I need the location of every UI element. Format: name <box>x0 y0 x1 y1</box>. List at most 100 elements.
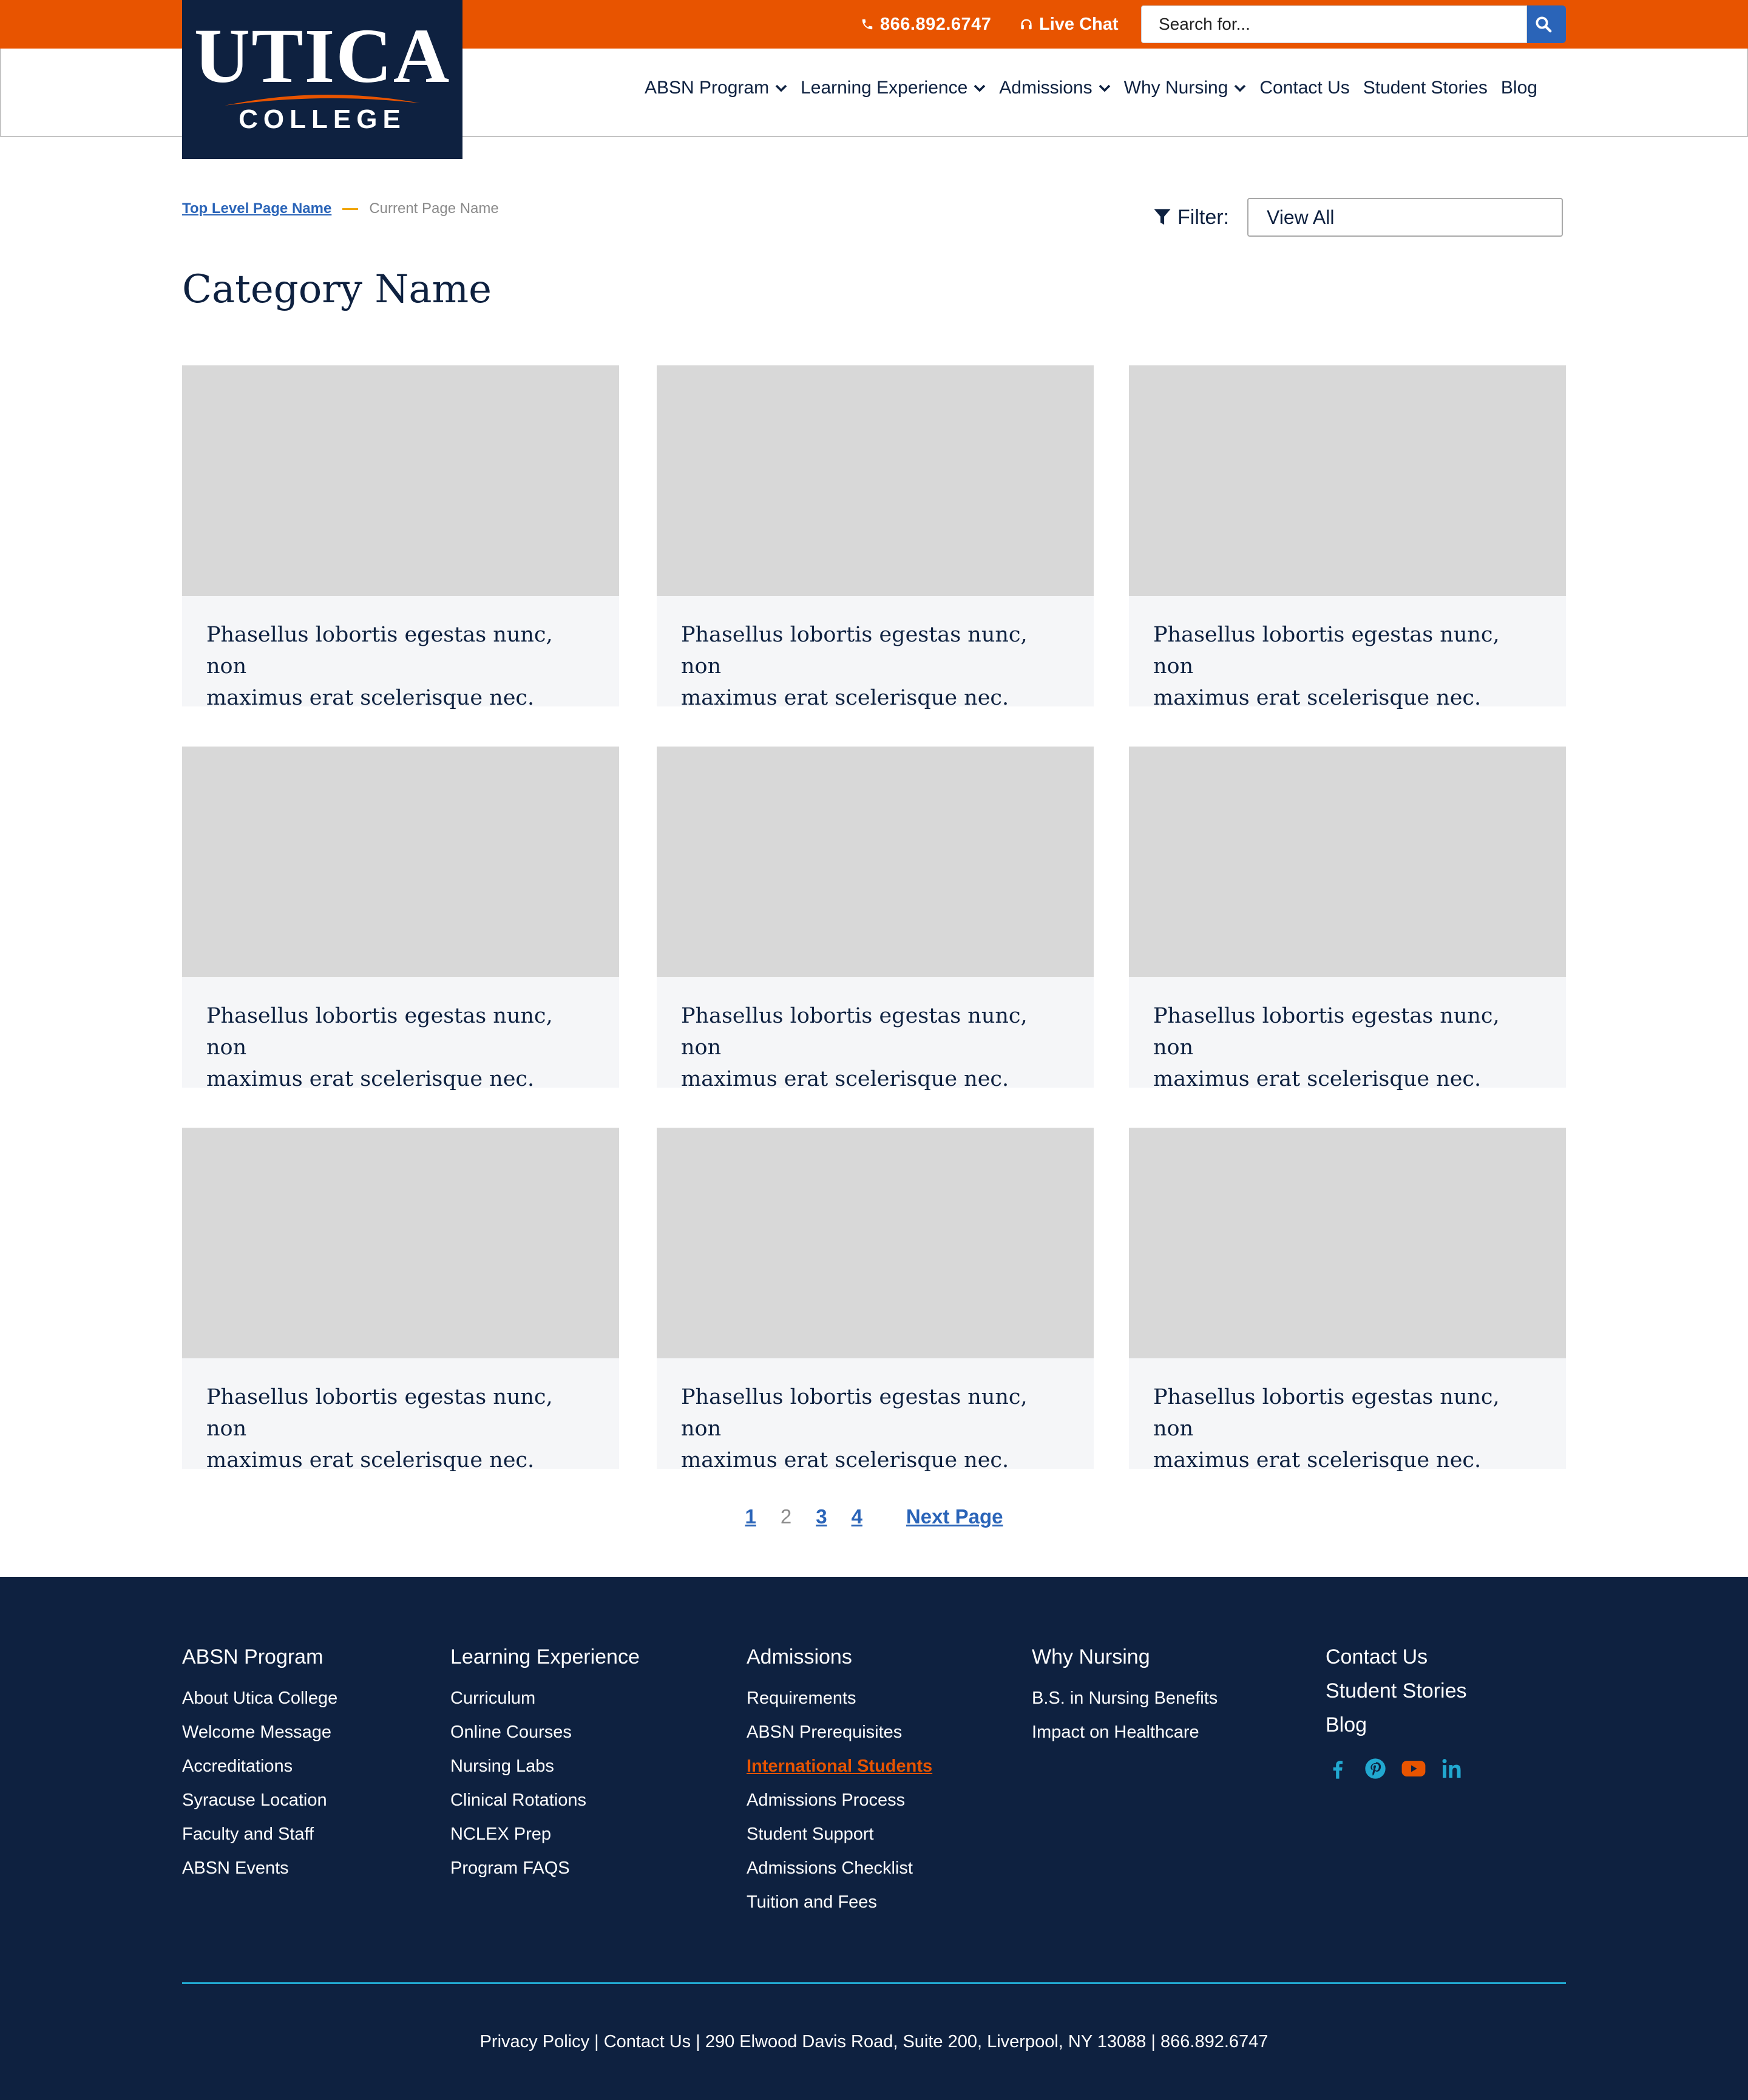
utica-college-logo[interactable]: UTICA COLLEGE <box>182 0 462 159</box>
footer-heading[interactable]: Why Nursing <box>1032 1645 1218 1669</box>
youtube-icon[interactable] <box>1401 1756 1426 1781</box>
card-caption-line: Phasellus lobortis egestas nunc, non <box>1153 1385 1500 1441</box>
card-caption-line: maximus erat scelerisque nec. <box>1153 686 1482 710</box>
card-caption: Phasellus lobortis egestas nunc, non maxi… <box>657 596 1094 714</box>
card-caption-line: maximus erat scelerisque nec. <box>681 686 1009 710</box>
footer-link[interactable]: Nursing Labs <box>450 1749 640 1783</box>
breadcrumb-top-link[interactable]: Top Level Page Name <box>182 200 331 217</box>
footer-link[interactable]: B.S. in Nursing Benefits <box>1032 1681 1218 1715</box>
live-chat-label: Live Chat <box>1039 14 1119 34</box>
footer-link[interactable]: About Utica College <box>182 1681 337 1715</box>
card-caption-line: Phasellus lobortis egestas nunc, non <box>206 1004 553 1060</box>
footer-link[interactable]: NCLEX Prep <box>450 1817 640 1851</box>
card-caption: Phasellus lobortis egestas nunc, non maxi… <box>182 1358 619 1476</box>
footer-link[interactable]: Faculty and Staff <box>182 1817 337 1851</box>
page-link-4[interactable]: 4 <box>852 1505 862 1528</box>
page-link-3[interactable]: 3 <box>816 1505 827 1528</box>
footer-link[interactable]: Online Courses <box>450 1715 640 1749</box>
footer-link[interactable]: Clinical Rotations <box>450 1783 640 1817</box>
footer-link[interactable]: Admissions Process <box>747 1783 932 1817</box>
facebook-icon[interactable] <box>1326 1756 1350 1781</box>
card-image <box>657 1128 1094 1358</box>
article-card[interactable]: Phasellus lobortis egestas nunc, non maxi… <box>182 747 619 1091</box>
card-caption: Phasellus lobortis egestas nunc, non maxi… <box>182 596 619 714</box>
nav-contact-us[interactable]: Contact Us <box>1259 78 1349 98</box>
next-page-link[interactable]: Next Page <box>906 1505 1003 1528</box>
footer-contact-link[interactable]: Contact Us <box>1326 1640 1477 1674</box>
nav-student-stories[interactable]: Student Stories <box>1363 78 1488 98</box>
card-image <box>182 747 619 977</box>
card-caption: Phasellus lobortis egestas nunc, non maxi… <box>1129 977 1566 1095</box>
nav-why-nursing[interactable]: Why Nursing <box>1124 78 1247 98</box>
footer-link[interactable]: Tuition and Fees <box>747 1885 932 1919</box>
card-caption-line: maximus erat scelerisque nec. <box>206 1448 535 1472</box>
card-caption-line: Phasellus lobortis egestas nunc, non <box>206 1385 553 1441</box>
nav-label: Why Nursing <box>1123 78 1228 98</box>
live-chat-link[interactable]: Live Chat <box>1020 13 1119 35</box>
card-caption-line: maximus erat scelerisque nec. <box>1153 1067 1482 1091</box>
footer-link[interactable]: Requirements <box>747 1681 932 1715</box>
nav-absn-program[interactable]: ABSN Program <box>645 78 787 98</box>
filter-selected-value: View All <box>1267 206 1335 228</box>
footer-blog-link[interactable]: Blog <box>1326 1708 1477 1742</box>
nav-label: Learning Experience <box>801 78 968 98</box>
article-card[interactable]: Phasellus lobortis egestas nunc, non maxi… <box>182 1128 619 1472</box>
footer-heading[interactable]: ABSN Program <box>182 1645 337 1669</box>
card-image <box>182 365 619 596</box>
nav-blog[interactable]: Blog <box>1501 78 1537 98</box>
filter-control: Filter: View All <box>1153 198 1563 237</box>
card-caption-line: maximus erat scelerisque nec. <box>681 1067 1009 1091</box>
article-card[interactable]: Phasellus lobortis egestas nunc, non maxi… <box>1129 1128 1566 1472</box>
main-nav: ABSN Program Learning Experience Admissi… <box>645 78 1537 98</box>
footer-link[interactable]: Curriculum <box>450 1681 640 1715</box>
search-icon <box>1536 16 1552 33</box>
card-caption-line: Phasellus lobortis egestas nunc, non <box>1153 1004 1500 1060</box>
page-link-1[interactable]: 1 <box>745 1505 756 1528</box>
footer-divider <box>182 1982 1566 1984</box>
card-caption-line: Phasellus lobortis egestas nunc, non <box>681 623 1028 679</box>
footer-link[interactable]: Student Support <box>747 1817 932 1851</box>
footer-link[interactable]: Admissions Checklist <box>747 1851 932 1885</box>
filter-select[interactable]: View All <box>1247 198 1563 237</box>
card-caption: Phasellus lobortis egestas nunc, non maxi… <box>1129 1358 1566 1476</box>
pinterest-icon[interactable] <box>1363 1756 1387 1781</box>
phone-link[interactable]: 866.892.6747 <box>861 13 991 35</box>
card-image <box>657 365 1094 596</box>
article-card[interactable]: Phasellus lobortis egestas nunc, non maxi… <box>182 365 619 710</box>
card-caption: Phasellus lobortis egestas nunc, non maxi… <box>1129 596 1566 714</box>
footer-heading[interactable]: Learning Experience <box>450 1645 640 1669</box>
nav-admissions[interactable]: Admissions <box>999 78 1110 98</box>
footer-link[interactable]: Impact on Healthcare <box>1032 1715 1218 1749</box>
page-current: 2 <box>780 1505 792 1528</box>
card-image <box>1129 747 1566 977</box>
phone-icon <box>862 19 873 30</box>
breadcrumb-current: Current Page Name <box>369 200 499 217</box>
footer-link[interactable]: Program FAQS <box>450 1851 640 1885</box>
footer-link[interactable]: Accreditations <box>182 1749 337 1783</box>
card-caption-line: maximus erat scelerisque nec. <box>206 1067 535 1091</box>
chevron-down-icon <box>974 84 986 92</box>
card-image <box>182 1128 619 1358</box>
footer-link-active[interactable]: International Students <box>747 1749 932 1783</box>
article-card[interactable]: Phasellus lobortis egestas nunc, non maxi… <box>657 1128 1094 1472</box>
nav-learning-experience[interactable]: Learning Experience <box>801 78 986 98</box>
footer-stories-link[interactable]: Student Stories <box>1326 1674 1477 1708</box>
phone-number: 866.892.6747 <box>880 14 992 34</box>
search-button[interactable] <box>1527 5 1566 43</box>
article-card[interactable]: Phasellus lobortis egestas nunc, non maxi… <box>1129 365 1566 710</box>
footer-link[interactable]: ABSN Prerequisites <box>747 1715 932 1749</box>
article-card[interactable]: Phasellus lobortis egestas nunc, non maxi… <box>657 747 1094 1091</box>
search-input[interactable] <box>1141 5 1527 43</box>
site-footer: ABSN Program About Utica College Welcome… <box>0 1577 1748 2100</box>
footer-link[interactable]: Syracuse Location <box>182 1783 337 1817</box>
logo-subtitle: COLLEGE <box>239 104 406 134</box>
article-card[interactable]: Phasellus lobortis egestas nunc, non maxi… <box>657 365 1094 710</box>
footer-heading[interactable]: Admissions <box>747 1645 932 1669</box>
article-card[interactable]: Phasellus lobortis egestas nunc, non maxi… <box>1129 747 1566 1091</box>
chevron-down-icon <box>1099 84 1110 92</box>
card-caption-line: maximus erat scelerisque nec. <box>206 686 535 710</box>
footer-link[interactable]: ABSN Events <box>182 1851 337 1885</box>
linkedin-icon[interactable] <box>1440 1756 1464 1781</box>
footer-link[interactable]: Welcome Message <box>182 1715 337 1749</box>
chevron-down-icon <box>775 84 787 92</box>
